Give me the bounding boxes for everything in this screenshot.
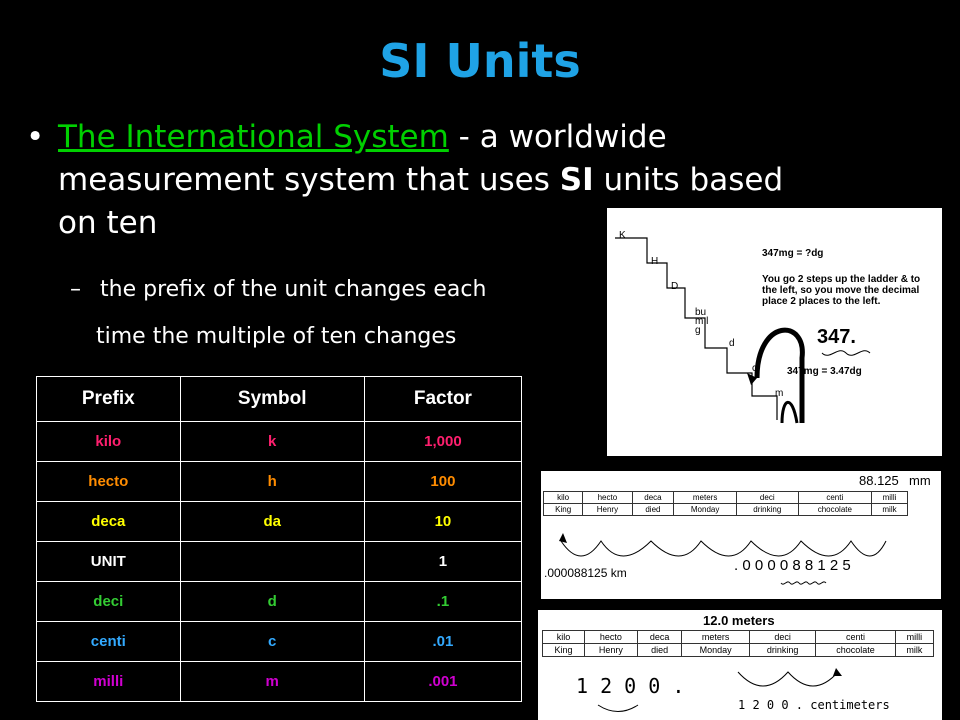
- meters-right-value: 1 2 0 0 . centimeters: [738, 698, 890, 712]
- table-row: centi c .01: [36, 621, 523, 662]
- khd-conversion-image: 88.125 mm kilo hecto deca meters deci centi mi…: [541, 471, 941, 599]
- table-cell-prefix: deci: [36, 581, 181, 622]
- table-row: deci d .1: [36, 581, 523, 622]
- header-factor: Factor: [363, 376, 523, 422]
- si-prefix-table: Prefix Symbol Factor kilo k 1,000 hecto h 100…: [36, 376, 523, 702]
- table-row: milli m .001: [36, 661, 523, 702]
- bullet-dash: -: [448, 119, 480, 155]
- table-cell-prefix: hecto: [36, 461, 181, 502]
- ladder-note-question: 347mg = ?dg: [762, 248, 824, 259]
- khd-right-digits: . 0 0 0 0 8 8 1 2 5: [734, 557, 851, 574]
- international-system-term: The International System: [58, 119, 449, 155]
- table-row: hecto h 100: [36, 461, 523, 502]
- table-cell-prefix: deca: [36, 501, 181, 542]
- header-symbol: Symbol: [179, 376, 365, 422]
- ladder-steps-drawing: [615, 237, 871, 424]
- header-prefix: Prefix: [36, 376, 181, 422]
- ladder-step-k: K: [619, 230, 626, 241]
- table-cell-symbol: [179, 541, 365, 582]
- table-cell-symbol: k: [179, 421, 365, 462]
- table-row: UNIT 1: [36, 541, 523, 582]
- ladder-note-answer: 347mg = 3.47dg: [787, 366, 862, 377]
- ladder-note-explanation: You go 2 steps up the ladder & to the le…: [762, 274, 921, 307]
- table-cell-symbol: d: [179, 581, 365, 622]
- table-cell-prefix: milli: [36, 661, 181, 702]
- table-row: deca da 10: [36, 501, 523, 542]
- sub-bullet-line1: the prefix of the unit changes each: [100, 277, 487, 302]
- table-cell-symbol: da: [179, 501, 365, 542]
- table-row: kilo k 1,000: [36, 421, 523, 462]
- sub-bullet-marker: –: [70, 277, 81, 302]
- table-cell-factor: 100: [363, 461, 523, 502]
- ladder-step-m: m: [775, 388, 784, 399]
- sub-bullet-line2: time the multiple of ten changes: [96, 324, 457, 349]
- table-cell-factor: .1: [363, 581, 523, 622]
- meters-conversion-image: 12.0 meters kilo hecto deca meters deci centi…: [538, 610, 942, 720]
- ladder-step-h: H: [651, 256, 659, 267]
- sub-bullet: – the prefix of the unit changes each: [70, 276, 486, 304]
- metric-ladder-image: K H D bu m l g d c m 347mg = ?dg You go …: [607, 208, 942, 456]
- table-cell-symbol: h: [179, 461, 365, 502]
- table-cell-factor: 1,000: [363, 421, 523, 462]
- table-cell-factor: .01: [363, 621, 523, 662]
- ladder-step-d-small: d: [729, 338, 735, 349]
- ladder-step-base: bu m l g: [695, 307, 709, 336]
- table-cell-symbol: c: [179, 621, 365, 662]
- khd-left-value: .000088125 km: [544, 566, 627, 580]
- table-cell-prefix: centi: [36, 621, 181, 662]
- table-cell-prefix: UNIT: [36, 541, 181, 582]
- table-cell-symbol: m: [179, 661, 365, 702]
- table-cell-prefix: kilo: [36, 421, 181, 462]
- meters-left-value: 1 2 0 0 .: [576, 674, 685, 698]
- table-cell-factor: 1: [363, 541, 523, 582]
- bullet-marker: •: [26, 119, 45, 155]
- slide-title: SI Units: [379, 34, 581, 88]
- bullet-si-bold: SI: [559, 162, 594, 198]
- ladder-big-number: 347.: [817, 326, 856, 348]
- table-cell-factor: .001: [363, 661, 523, 702]
- ladder-step-c: c: [752, 363, 757, 374]
- ladder-step-d: D: [671, 281, 679, 292]
- table-cell-factor: 10: [363, 501, 523, 542]
